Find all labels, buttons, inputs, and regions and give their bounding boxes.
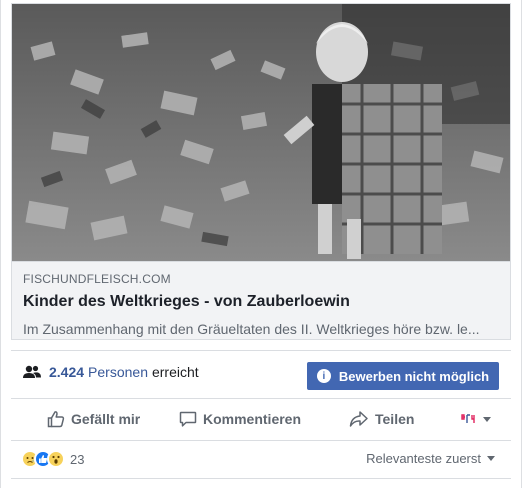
comment-icon: [179, 410, 197, 428]
boost-label: Bewerben nicht möglich: [338, 368, 490, 384]
reach-row: 2.424 Personen erreicht: [23, 362, 199, 382]
chevron-down-icon: [483, 416, 491, 422]
info-icon: i: [316, 369, 331, 383]
preview-domain: FISCHUNDFLEISCH.COM: [23, 272, 171, 286]
reactions-summary[interactable]: 23: [21, 450, 84, 468]
thumbs-up-icon: [47, 410, 65, 428]
action-bar: Gefällt mir Kommentieren Teilen: [11, 399, 511, 439]
post-card: FISCHUNDFLEISCH.COM Kinder des Weltkrieg…: [0, 0, 522, 488]
reach-reached-label: erreicht: [151, 364, 199, 380]
preview-title[interactable]: Kinder des Weltkrieges - von Zauberloewi…: [23, 291, 502, 313]
divider: [11, 478, 511, 479]
people-icon: [23, 365, 41, 379]
boost-button[interactable]: i Bewerben nicht möglich: [307, 362, 499, 390]
comment-sort-dropdown[interactable]: Relevanteste zuerst: [366, 451, 495, 466]
preview-excerpt: Im Zusammenhang mit den Gräueltaten des …: [23, 321, 480, 337]
wow-reaction-icon: [47, 450, 65, 468]
share-icon: [349, 410, 369, 428]
share-button[interactable]: Teilen: [349, 403, 414, 435]
post-as-selector[interactable]: [459, 403, 491, 435]
reaction-count: 23: [70, 451, 85, 467]
share-label: Teilen: [375, 411, 415, 427]
preview-meta: FISCHUNDFLEISCH.COM Kinder des Weltkrieg…: [12, 261, 510, 339]
reach-people[interactable]: Personen: [88, 364, 148, 380]
comment-button[interactable]: Kommentieren: [179, 403, 301, 435]
reach-count[interactable]: 2.424: [49, 364, 84, 380]
divider: [11, 440, 511, 441]
preview-image: [12, 4, 510, 261]
link-preview[interactable]: FISCHUNDFLEISCH.COM Kinder des Weltkrieg…: [11, 3, 511, 340]
like-label: Gefällt mir: [71, 411, 141, 427]
divider: [11, 350, 511, 351]
like-button[interactable]: Gefällt mir: [47, 403, 140, 435]
page-avatar-icon: [459, 412, 477, 426]
chevron-down-icon: [487, 456, 495, 461]
sort-label: Relevanteste zuerst: [366, 451, 481, 466]
comment-label: Kommentieren: [203, 411, 302, 427]
